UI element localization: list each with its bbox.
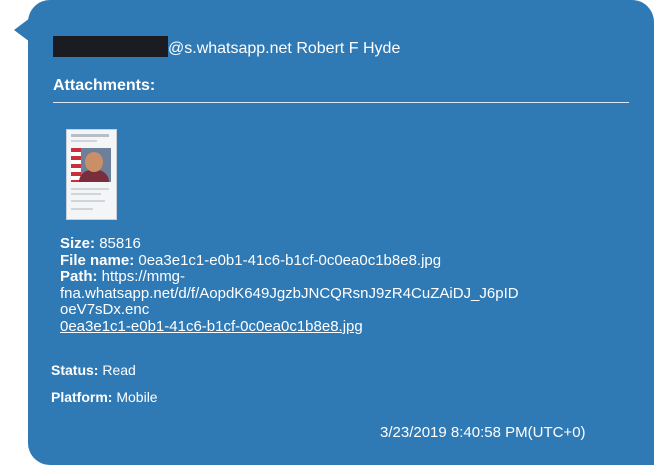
- status-row: Status: Read: [51, 362, 136, 378]
- thumbnail-subheader-line: [71, 140, 97, 142]
- sender-row: @s.whatsapp.net Robert F Hyde: [53, 36, 400, 59]
- divider: [53, 102, 629, 103]
- thumbnail-text-line: [71, 193, 101, 195]
- redacted-phone-number: [53, 36, 168, 57]
- file-name-row: File name: 0ea3e1c1-e0b1-41c6-b1cf-0c0ea…: [60, 251, 620, 270]
- platform-value: Mobile: [116, 389, 158, 405]
- attachment-link[interactable]: 0ea3e1c1-e0b1-41c6-b1cf-0c0ea0c1b8e8.jpg: [60, 318, 363, 335]
- status-value: Read: [102, 362, 136, 378]
- size-row: Size: 85816: [60, 235, 620, 253]
- thumbnail-header-line: [71, 134, 109, 137]
- attachment-thumbnail[interactable]: [66, 129, 117, 220]
- status-label: Status:: [51, 362, 99, 378]
- thumbnail-text-line: [71, 200, 105, 202]
- thumbnail-text-line: [71, 208, 93, 210]
- path-value-line3: oeV7sDx.enc: [60, 301, 150, 318]
- message-timestamp: 3/23/2019 8:40:58 PM(UTC+0): [380, 424, 586, 441]
- path-value-line1: https://mmg-: [101, 268, 186, 285]
- message-view: @s.whatsapp.net Robert F Hyde Attachment…: [0, 0, 654, 465]
- message-bubble: @s.whatsapp.net Robert F Hyde Attachment…: [28, 0, 654, 465]
- path-label: Path:: [60, 268, 98, 285]
- attachments-heading: Attachments:: [53, 77, 156, 94]
- thumbnail-person-face: [85, 152, 103, 172]
- attachment-details: Size: 85816 File name: 0ea3e1c1-e0b1-41c…: [60, 235, 620, 335]
- thumbnail-text-line: [71, 188, 109, 190]
- path-row: Path: https://mmg-: [60, 268, 620, 286]
- sender-name: @s.whatsapp.net Robert F Hyde: [168, 40, 401, 57]
- size-value: 85816: [99, 235, 141, 252]
- platform-label: Platform:: [51, 389, 113, 405]
- file-name-value: 0ea3e1c1-e0b1-41c6-b1cf-0c0ea0c1b8e8.jpg: [138, 251, 442, 269]
- path-value-line2: fna.whatsapp.net/d/f/AopdK649JgzbJNCQRsn…: [60, 284, 519, 302]
- size-label: Size:: [60, 235, 96, 252]
- platform-row: Platform: Mobile: [51, 389, 158, 405]
- file-name-label: File name:: [60, 251, 135, 269]
